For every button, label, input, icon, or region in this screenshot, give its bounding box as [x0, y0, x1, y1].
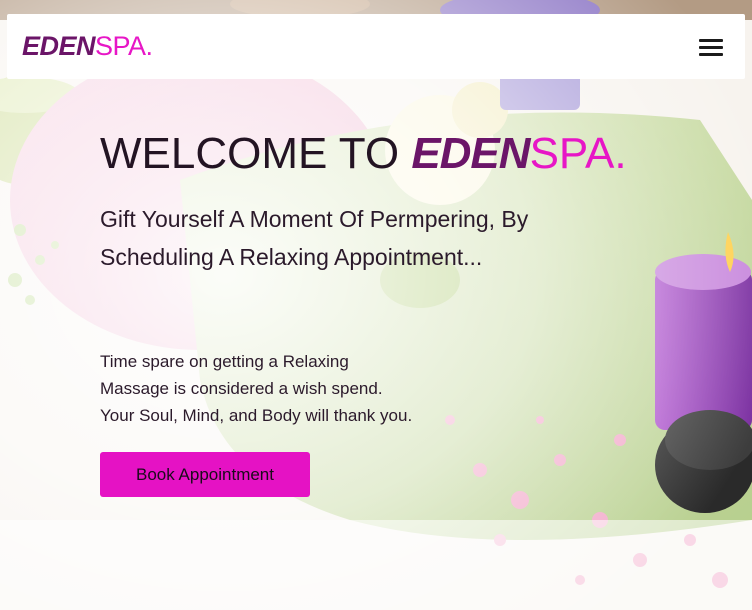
brand-logo[interactable]: EDENSPA. [22, 30, 153, 62]
hero-description: Time spare on getting a Relaxing Massage… [100, 348, 490, 429]
menu-icon-bar [699, 53, 723, 56]
hero-subtitle: Gift Yourself A Moment Of Permpering, By… [100, 206, 529, 270]
heading-prefix: WELCOME TO [100, 129, 412, 178]
heading-brand-spa: SPA. [529, 129, 627, 178]
book-appointment-button[interactable]: Book Appointment [100, 452, 310, 497]
spa-background-image [0, 0, 752, 610]
brand-logo-spa: SPA. [95, 31, 153, 61]
hero-section: EDENSPA. WELCOME TO EDENSPA. Gift Yourse… [0, 0, 752, 610]
menu-icon-bar [699, 46, 723, 49]
brand-logo-eden: EDEN [22, 31, 96, 61]
description-line: Massage is considered a wish spend. [100, 379, 383, 398]
heading-brand-eden: EDEN [411, 129, 530, 178]
menu-icon-bar [699, 39, 723, 42]
hero-heading: WELCOME TO EDENSPA. [100, 128, 627, 180]
hamburger-menu-icon[interactable] [699, 36, 725, 58]
top-navbar: EDENSPA. [7, 14, 745, 79]
description-line: Time spare on getting a Relaxing [100, 352, 349, 371]
description-line: Your Soul, Mind, and Body will thank you… [100, 406, 413, 425]
